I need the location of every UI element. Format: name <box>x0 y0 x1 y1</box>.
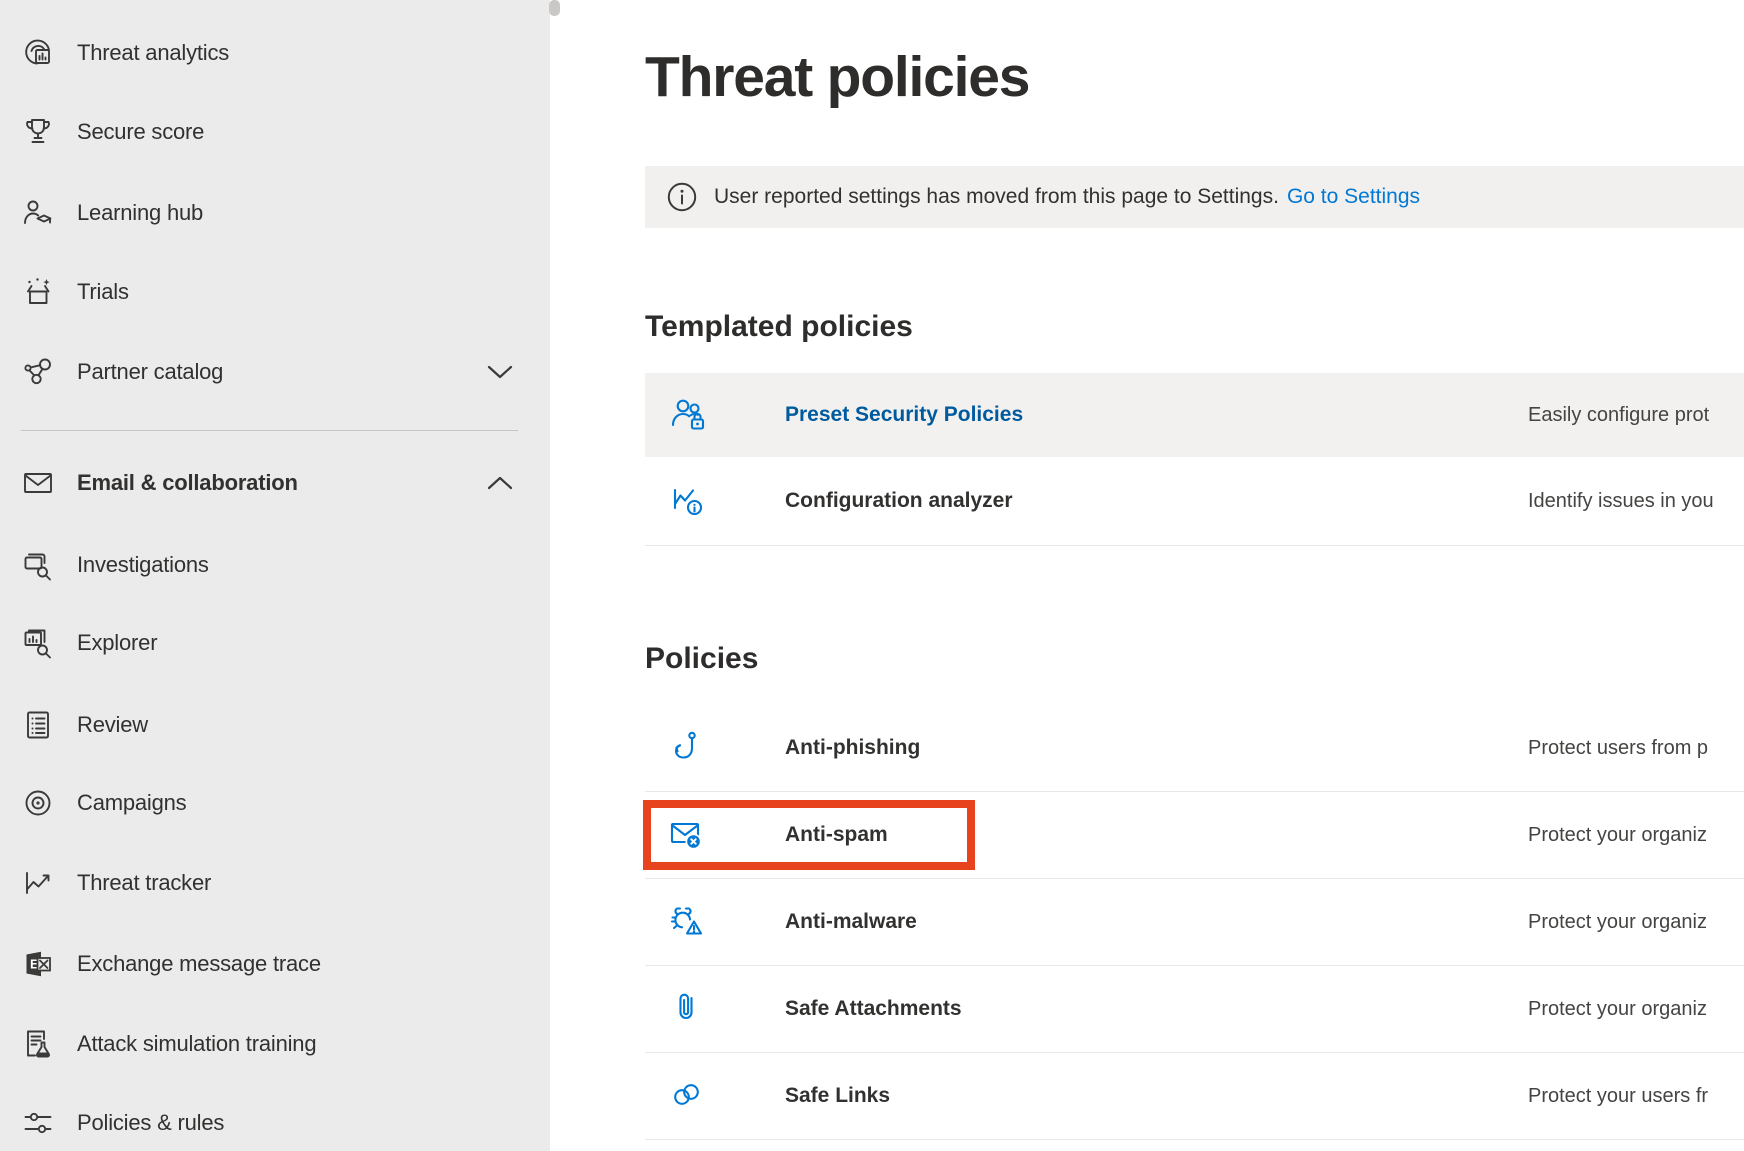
sidebar-item-label: Threat analytics <box>77 40 229 66</box>
learning-hub-icon <box>21 196 55 230</box>
row-description: Protect your users fr <box>1528 1085 1708 1108</box>
sidebar-item-threat-tracker[interactable]: Threat tracker <box>0 843 550 923</box>
row-anti-spam[interactable]: Anti-spam Protect your organiz <box>645 792 1744 879</box>
sidebar-item-label: Trials <box>77 279 129 305</box>
exchange-icon: E <box>21 947 55 981</box>
sidebar-item-campaigns[interactable]: Campaigns <box>0 763 550 843</box>
anti-spam-icon <box>668 815 708 855</box>
sidebar-item-label: Learning hub <box>77 200 203 226</box>
sidebar-item-review[interactable]: Review <box>0 685 550 765</box>
row-safe-attachments[interactable]: Safe Attachments Protect your organiz <box>645 966 1744 1053</box>
sidebar-item-label: Threat tracker <box>77 870 211 896</box>
anti-malware-title[interactable]: Anti-malware <box>785 910 917 934</box>
sidebar-item-label: Attack simulation training <box>77 1031 316 1057</box>
anti-phishing-icon <box>668 728 708 768</box>
trials-icon <box>21 275 55 309</box>
mail-icon <box>21 466 55 500</box>
sidebar-item-learning-hub[interactable]: Learning hub <box>0 173 550 253</box>
row-description: Easily configure prot <box>1528 404 1709 427</box>
safe-attachments-title[interactable]: Safe Attachments <box>785 997 962 1021</box>
threat-policies-page: Threat analytics Secure score Learni <box>0 0 1744 1151</box>
policies-heading: Policies <box>645 642 758 676</box>
sidebar-scrollbar-thumb[interactable] <box>549 0 560 16</box>
partner-catalog-icon <box>21 355 55 389</box>
sidebar-item-email-collaboration[interactable]: Email & collaboration <box>0 443 550 523</box>
anti-malware-icon <box>668 902 708 942</box>
row-anti-phishing[interactable]: Anti-phishing Protect users from p <box>645 705 1744 792</box>
sidebar-item-trials[interactable]: Trials <box>0 252 550 332</box>
row-preset-security-policies[interactable]: Preset Security Policies Easily configur… <box>645 373 1744 457</box>
threat-analytics-icon <box>21 36 55 70</box>
row-description: Protect your organiz <box>1528 911 1707 934</box>
sidebar-item-label: Secure score <box>77 119 204 145</box>
sidebar-divider <box>21 430 518 431</box>
review-icon <box>21 708 55 742</box>
sidebar-item-secure-score[interactable]: Secure score <box>0 92 550 172</box>
info-icon <box>667 182 697 212</box>
sidebar-item-label: Explorer <box>77 630 157 656</box>
paperclip-icon <box>668 989 708 1029</box>
go-to-settings-link[interactable]: Go to Settings <box>1287 185 1420 209</box>
section-divider <box>645 545 1744 546</box>
sidebar-item-investigations[interactable]: Investigations <box>0 525 550 605</box>
attack-simulation-icon <box>21 1027 55 1061</box>
sidebar-item-label: Investigations <box>77 552 209 578</box>
investigations-icon <box>21 548 55 582</box>
row-anti-malware[interactable]: Anti-malware Protect your organiz <box>645 879 1744 966</box>
configuration-analyzer-icon <box>668 481 708 521</box>
threat-tracker-icon <box>21 866 55 900</box>
sidebar-item-label: Policies & rules <box>77 1110 224 1136</box>
row-configuration-analyzer[interactable]: Configuration analyzer Identify issues i… <box>645 457 1744 545</box>
explorer-icon <box>21 626 55 660</box>
trophy-icon <box>21 115 55 149</box>
templated-policies-heading: Templated policies <box>645 310 913 344</box>
sidebar-item-label: Partner catalog <box>77 359 223 385</box>
sidebar-item-label: Review <box>77 712 148 738</box>
chevron-down-icon[interactable] <box>487 364 513 380</box>
anti-phishing-title[interactable]: Anti-phishing <box>785 736 920 760</box>
sidebar-item-explorer[interactable]: Explorer <box>0 603 550 683</box>
sidebar-item-label: Exchange message trace <box>77 951 321 977</box>
campaigns-icon <box>21 786 55 820</box>
row-description: Protect your organiz <box>1528 824 1707 847</box>
anti-spam-title[interactable]: Anti-spam <box>785 823 888 847</box>
preset-security-icon <box>668 395 708 435</box>
banner-message: User reported settings has moved from th… <box>714 185 1279 209</box>
info-banner: User reported settings has moved from th… <box>645 166 1744 228</box>
sidebar-item-threat-analytics[interactable]: Threat analytics <box>0 13 550 93</box>
configuration-analyzer-title[interactable]: Configuration analyzer <box>785 489 1013 513</box>
row-description: Protect users from p <box>1528 737 1708 760</box>
sidebar-item-partner-catalog[interactable]: Partner catalog <box>0 332 550 412</box>
row-description: Identify issues in you <box>1528 490 1714 513</box>
preset-security-policies-link[interactable]: Preset Security Policies <box>785 403 1023 427</box>
sidebar-item-label: Campaigns <box>77 790 186 816</box>
safe-links-icon <box>668 1076 708 1116</box>
chevron-up-icon[interactable] <box>487 475 513 491</box>
sidebar: Threat analytics Secure score Learni <box>0 0 550 1151</box>
sliders-icon <box>21 1106 55 1140</box>
sidebar-item-policies-rules[interactable]: Policies & rules <box>0 1083 550 1151</box>
page-title: Threat policies <box>645 44 1029 110</box>
row-description: Protect your organiz <box>1528 998 1707 1021</box>
safe-links-title[interactable]: Safe Links <box>785 1084 890 1108</box>
row-safe-links[interactable]: Safe Links Protect your users fr <box>645 1053 1744 1140</box>
sidebar-item-label: Email & collaboration <box>77 470 298 496</box>
sidebar-item-attack-simulation-training[interactable]: Attack simulation training <box>0 1004 550 1084</box>
sidebar-item-exchange-message-trace[interactable]: E Exchange message trace <box>0 924 550 1004</box>
